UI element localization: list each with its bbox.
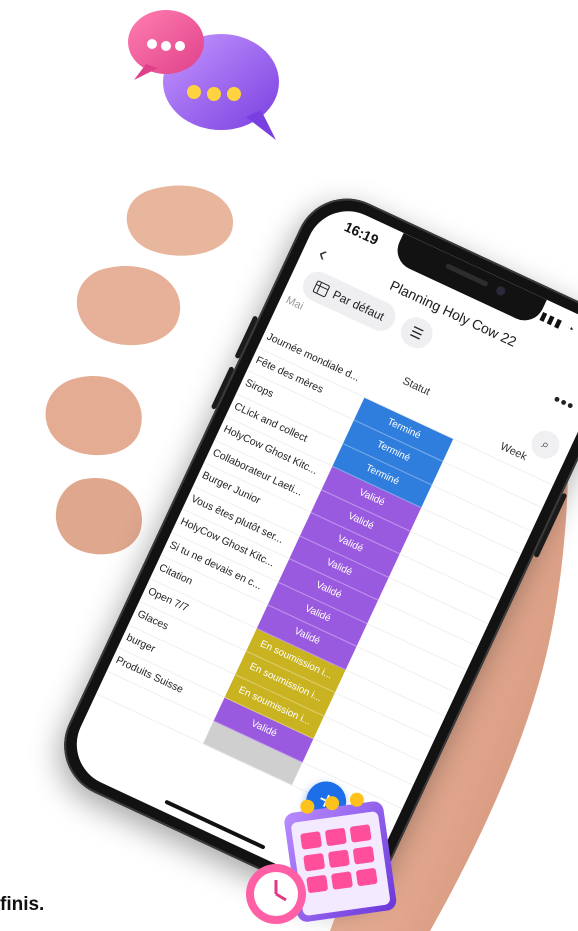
table-icon [312,279,331,298]
chat-bubbles-icon [128,10,279,140]
more-options-icon[interactable]: ••• [549,389,578,417]
caption-text: finis. [0,894,45,915]
view-selector-label: Par défaut [330,287,387,324]
search-icon: ⌕ [539,435,553,453]
front-camera [494,284,507,297]
calendar-clock-icon [246,792,397,924]
status-icons: ▮▮▮ ◔ [538,309,578,347]
clock: 16:19 [341,218,382,248]
month-group-label: Mai [283,294,306,313]
filter-icon: ☰ [407,322,427,343]
wifi-icon: ◔ [564,322,578,338]
filter-button[interactable]: ☰ [395,312,438,354]
signal-icon: ▮▮▮ [538,310,566,332]
